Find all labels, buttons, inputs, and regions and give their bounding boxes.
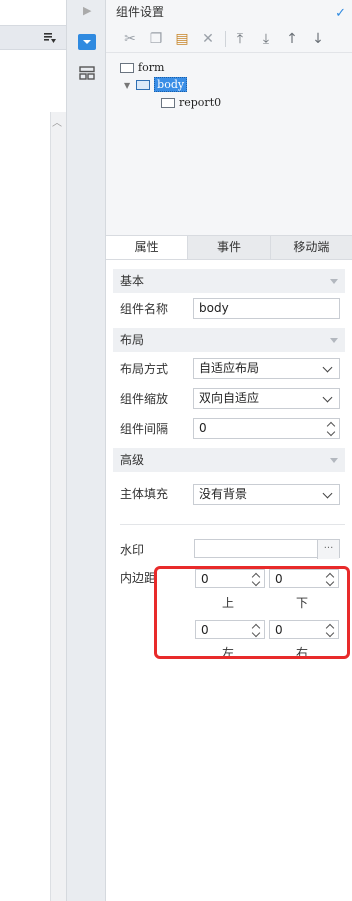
collapse-caret-icon[interactable] bbox=[330, 338, 338, 343]
section-title: 基本 bbox=[120, 274, 145, 288]
delete-icon[interactable]: ✕ bbox=[199, 30, 217, 48]
side-toolbar: ▶ bbox=[66, 0, 106, 901]
layout-grid-icon[interactable] bbox=[79, 66, 95, 80]
layout-mode-value: 自适应布局 bbox=[199, 361, 260, 375]
widget-name-input[interactable]: body bbox=[193, 298, 340, 319]
section-advanced[interactable]: 高级 bbox=[113, 448, 345, 472]
section-layout[interactable]: 布局 bbox=[113, 328, 345, 352]
section-title: 布局 bbox=[120, 333, 145, 347]
widget-settings-panel: 组件设置 ✓ ✂ ❐ ▤ ✕ ⤒ ⤓ ↑ ↓ form ▼ body report… bbox=[106, 0, 352, 901]
spacing-label: 组件间隔 bbox=[120, 422, 169, 436]
scroll-up-icon[interactable]: ︿ bbox=[52, 114, 62, 129]
fill-value: 没有背景 bbox=[199, 487, 248, 501]
tree-node-report0[interactable]: report0 bbox=[161, 96, 221, 109]
tree-node-label: form bbox=[138, 61, 165, 74]
layout-mode-select[interactable]: 自适应布局 bbox=[193, 358, 340, 379]
toolbar-separator bbox=[225, 31, 226, 47]
move-down-icon[interactable]: ↓ bbox=[309, 30, 327, 48]
watermark-input[interactable]: ··· bbox=[194, 539, 340, 559]
section-basic[interactable]: 基本 bbox=[113, 269, 345, 293]
move-bottom-icon[interactable]: ⤓ bbox=[257, 30, 275, 48]
editor-header-bar bbox=[0, 25, 66, 50]
move-up-icon[interactable]: ↑ bbox=[283, 30, 301, 48]
scale-value: 双向自适应 bbox=[199, 391, 260, 405]
scale-select[interactable]: 双向自适应 bbox=[193, 388, 340, 409]
widget-name-label: 组件名称 bbox=[120, 302, 169, 316]
copy-icon[interactable]: ❐ bbox=[147, 30, 165, 48]
panel-title: 组件设置 bbox=[116, 5, 165, 19]
fill-label: 主体填充 bbox=[120, 487, 169, 501]
editor-canvas: ︿ bbox=[0, 0, 66, 901]
chevron-down-icon[interactable] bbox=[319, 359, 339, 378]
collapse-arrow-icon[interactable]: ▶ bbox=[83, 4, 91, 17]
pin-check-icon[interactable]: ✓ bbox=[335, 1, 346, 26]
tree-node-label: body bbox=[154, 77, 188, 92]
cut-icon[interactable]: ✂ bbox=[121, 30, 139, 48]
widget-tree: form ▼ body report0 bbox=[106, 53, 352, 263]
tree-node-form[interactable]: form bbox=[120, 61, 164, 74]
body-node-icon bbox=[136, 80, 151, 90]
form-node-icon bbox=[120, 63, 134, 73]
watermark-more-button[interactable]: ··· bbox=[317, 540, 339, 559]
paste-icon[interactable]: ▤ bbox=[173, 30, 191, 48]
tab-properties[interactable]: 属性 bbox=[106, 236, 188, 259]
scale-label: 组件缩放 bbox=[120, 392, 169, 406]
collapse-caret-icon[interactable] bbox=[330, 279, 338, 284]
tab-events[interactable]: 事件 bbox=[187, 236, 270, 259]
fill-select[interactable]: 没有背景 bbox=[193, 484, 340, 505]
section-title: 高级 bbox=[120, 453, 145, 467]
tree-node-label: report0 bbox=[179, 96, 222, 109]
widget-settings-toggle-button[interactable] bbox=[78, 34, 96, 50]
report-node-icon bbox=[161, 98, 175, 108]
spacing-value: 0 bbox=[199, 421, 207, 435]
vertical-scrollbar[interactable] bbox=[50, 112, 66, 901]
divider bbox=[120, 524, 345, 525]
widget-menu-icon[interactable] bbox=[44, 32, 56, 44]
watermark-label: 水印 bbox=[120, 543, 145, 557]
spacing-stepper[interactable]: 0 bbox=[193, 418, 340, 439]
panel-header: 组件设置 ✓ bbox=[106, 0, 352, 25]
chevron-down-icon[interactable] bbox=[319, 485, 339, 504]
stepper-arrows-icon[interactable] bbox=[325, 419, 339, 438]
highlight-annotation-box bbox=[154, 566, 350, 659]
expand-triangle-icon[interactable]: ▼ bbox=[124, 81, 130, 90]
panel-toolbar: ✂ ❐ ▤ ✕ ⤒ ⤓ ↑ ↓ bbox=[106, 25, 352, 53]
tree-node-body[interactable]: ▼ body bbox=[124, 77, 188, 92]
layout-mode-label: 布局方式 bbox=[120, 362, 169, 376]
widget-name-value: body bbox=[199, 301, 229, 315]
tab-mobile[interactable]: 移动端 bbox=[269, 236, 352, 259]
padding-label: 内边距 bbox=[120, 571, 157, 585]
property-tabs: 属性 事件 移动端 bbox=[106, 235, 352, 260]
move-top-icon[interactable]: ⤒ bbox=[231, 30, 249, 48]
collapse-caret-icon[interactable] bbox=[330, 458, 338, 463]
chevron-down-icon[interactable] bbox=[319, 389, 339, 408]
